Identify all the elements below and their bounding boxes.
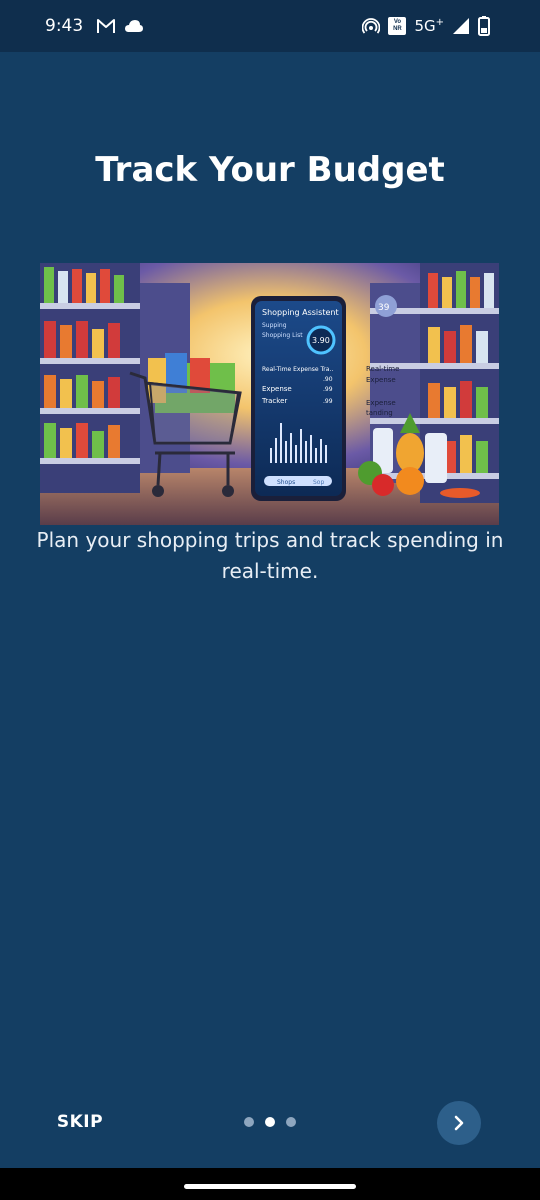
phone-tracker-label: Tracker [261,397,287,405]
network-type: 5G+ [414,17,444,35]
skip-button[interactable]: SKIP [40,1102,120,1142]
next-button[interactable] [437,1101,481,1145]
phone-line-2: Shopping List [262,332,303,339]
side-label-4: tanding [366,409,393,417]
phone-line-1: Supping [262,322,287,329]
side-label-1: Real-time [366,365,399,373]
chevron-right-icon [454,1115,464,1131]
gmail-icon [97,19,115,33]
phone-title: Shopping Assistent [262,308,339,317]
phone-realtime-label: Real-Time Expense Tra.. [262,366,333,373]
page-indicator [244,1117,296,1127]
page-description: Plan your shopping trips and track spend… [36,528,504,583]
network-plus: + [435,17,444,28]
phone-tab-2: Sop [313,479,324,486]
status-time: 9:43 [45,16,84,36]
network-type-label: 5G [414,17,436,35]
cloud-icon [125,20,143,32]
home-indicator[interactable] [184,1184,356,1189]
onboarding-illustration: Shopping Assistent Supping Shopping List… [40,263,499,525]
status-icons: Vo NR 5G+ [362,15,490,37]
page-dot-1[interactable] [244,1117,254,1127]
phone-amount: 3.90 [312,336,330,345]
phone-price-1: .90 [323,376,333,383]
illustration-badge: 39 [378,303,390,313]
shopping-illustration: Shopping Assistent Supping Shopping List… [40,263,499,525]
phone-expense-label: Expense [262,385,292,393]
volte-icon: Vo NR [388,17,407,35]
phone-mockup: Shopping Assistent Supping Shopping List… [251,296,346,501]
phone-price-3: .99 [323,398,333,405]
phone-price-2: .99 [323,386,333,393]
phone-tab-1: Shops [277,479,295,486]
side-label-2: Expense [366,376,396,384]
side-label-3: Expense [366,399,396,407]
signal-icon [453,18,469,34]
volte-label-top: Vo [393,19,402,25]
battery-icon [478,16,490,36]
onboarding-screen: 9:43 Vo NR 5G+ Track Your Budget Shoppin… [0,0,540,1200]
volte-label-bottom: NR [393,26,402,32]
page-dot-2[interactable] [265,1117,275,1127]
page-title: Track Your Budget [95,150,445,190]
status-bar: 9:43 Vo NR 5G+ [0,0,540,52]
hotspot-icon [362,18,381,34]
page-dot-3[interactable] [286,1117,296,1127]
